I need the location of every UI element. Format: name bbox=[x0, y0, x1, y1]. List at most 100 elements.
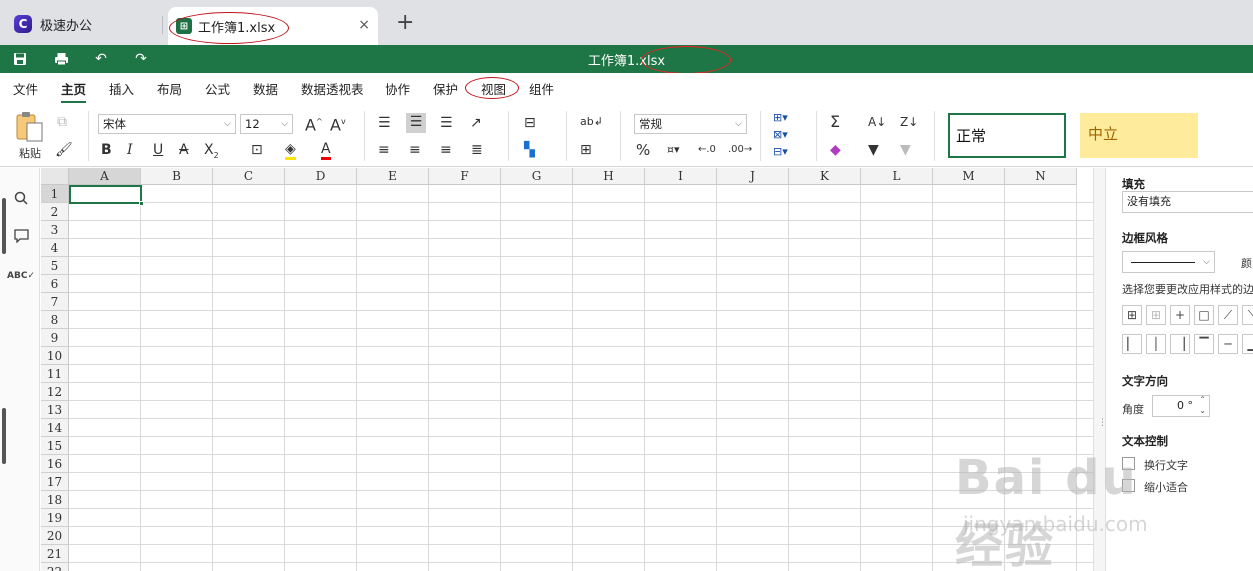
wrap-text-icon[interactable]: ab↲ bbox=[580, 113, 603, 131]
insert-cells-icon[interactable]: ⊞▾ bbox=[773, 109, 788, 127]
undo-icon[interactable]: ↶ bbox=[91, 50, 111, 68]
row-header[interactable]: 7 bbox=[41, 293, 69, 311]
column-header[interactable]: A bbox=[69, 168, 141, 185]
paste-icon[interactable] bbox=[15, 111, 45, 143]
redo-icon[interactable]: ↷ bbox=[131, 50, 151, 68]
row-header[interactable]: 16 bbox=[41, 455, 69, 473]
panel-splitter[interactable]: ⋮ bbox=[1093, 168, 1107, 571]
border-center-h-icon[interactable]: ─ bbox=[1218, 334, 1238, 354]
font-name-select[interactable]: 宋体 ⌵ bbox=[98, 114, 236, 134]
align-middle-icon[interactable]: ☰ bbox=[406, 113, 426, 133]
row-header[interactable]: 20 bbox=[41, 527, 69, 545]
cell-style-neutral[interactable]: 中立 bbox=[1080, 113, 1198, 158]
border-style-select[interactable]: ⌵ bbox=[1122, 251, 1215, 273]
save-icon[interactable] bbox=[10, 50, 30, 68]
row-header[interactable]: 13 bbox=[41, 401, 69, 419]
close-tab-icon[interactable]: × bbox=[358, 17, 370, 33]
autosum-icon[interactable]: Σ bbox=[830, 113, 840, 131]
fill-color-icon[interactable]: ◈ bbox=[285, 140, 296, 160]
conditional-format-icon[interactable]: ▚ bbox=[524, 141, 535, 159]
column-header[interactable]: K bbox=[789, 168, 861, 185]
column-header[interactable]: N bbox=[1005, 168, 1077, 185]
filter-icon[interactable]: ▼ bbox=[868, 141, 879, 159]
border-center-v-icon[interactable]: │ bbox=[1146, 334, 1166, 354]
menu-data[interactable]: 数据 bbox=[253, 79, 278, 98]
row-header[interactable]: 10 bbox=[41, 347, 69, 365]
column-header[interactable]: B bbox=[141, 168, 213, 185]
column-header[interactable]: G bbox=[501, 168, 573, 185]
stepper-icon[interactable]: ⌃ ⌄ bbox=[1199, 394, 1206, 416]
merge-cells-icon[interactable]: ⊟ bbox=[524, 114, 536, 132]
decrease-decimal-icon[interactable]: ←.0 bbox=[698, 141, 716, 159]
percent-icon[interactable]: % bbox=[636, 141, 650, 159]
decrease-font-icon[interactable]: Av bbox=[330, 113, 346, 134]
search-icon[interactable] bbox=[11, 188, 31, 208]
menu-formula[interactable]: 公式 bbox=[205, 79, 230, 98]
column-header[interactable]: E bbox=[357, 168, 429, 185]
row-header[interactable]: 8 bbox=[41, 311, 69, 329]
menu-protect[interactable]: 保护 bbox=[433, 79, 458, 98]
menu-file[interactable]: 文件 bbox=[13, 79, 38, 98]
menu-pivot-table[interactable]: 数据透视表 bbox=[301, 79, 364, 98]
increase-decimal-icon[interactable]: .00→ bbox=[728, 141, 752, 159]
border-right-icon[interactable]: ▕ bbox=[1170, 334, 1190, 354]
clear-icon[interactable]: ◆ bbox=[830, 141, 841, 159]
align-top-icon[interactable]: ☰ bbox=[378, 114, 391, 132]
underline-icon[interactable]: U bbox=[153, 141, 163, 159]
bold-icon[interactable]: B bbox=[101, 141, 112, 159]
format-cells-icon[interactable]: ⊟▾ bbox=[773, 143, 788, 161]
border-all-icon[interactable]: ⊞ bbox=[1122, 305, 1142, 325]
menu-view[interactable]: 视图 bbox=[481, 79, 506, 98]
row-header[interactable]: 4 bbox=[41, 239, 69, 257]
sort-ascending-icon[interactable]: A↓ bbox=[868, 113, 886, 131]
column-header[interactable]: L bbox=[861, 168, 933, 185]
row-header[interactable]: 15 bbox=[41, 437, 69, 455]
number-format-select[interactable]: 常规 ⌵ bbox=[634, 114, 747, 134]
border-diagonal-up-icon[interactable]: ⟋ bbox=[1218, 305, 1238, 325]
sort-descending-icon[interactable]: Z↓ bbox=[900, 113, 918, 131]
fill-select[interactable]: 没有填充 bbox=[1122, 191, 1253, 213]
delete-cells-icon[interactable]: ⊠▾ bbox=[773, 126, 788, 144]
tab-document[interactable]: ⊞ 工作簿1.xlsx × bbox=[168, 7, 378, 45]
active-cell[interactable] bbox=[69, 185, 142, 204]
align-bottom-icon[interactable]: ☰ bbox=[440, 114, 453, 132]
row-header[interactable]: 5 bbox=[41, 257, 69, 275]
row-header[interactable]: 9 bbox=[41, 329, 69, 347]
align-center-icon[interactable]: ≡ bbox=[409, 141, 421, 159]
font-color-icon[interactable]: A bbox=[321, 140, 331, 160]
menu-collaborate[interactable]: 协作 bbox=[385, 79, 410, 98]
clear-filter-icon[interactable]: ▼ bbox=[900, 141, 911, 159]
column-header[interactable]: H bbox=[573, 168, 645, 185]
border-inner-icon[interactable]: + bbox=[1170, 305, 1190, 325]
menu-components[interactable]: 组件 bbox=[529, 79, 554, 98]
border-outer-icon[interactable]: □ bbox=[1194, 305, 1214, 325]
row-header[interactable]: 1 bbox=[41, 185, 69, 203]
comment-icon[interactable] bbox=[11, 226, 31, 246]
wrap-text-checkbox[interactable] bbox=[1122, 457, 1135, 470]
strikethrough-icon[interactable]: A bbox=[179, 141, 189, 159]
border-bottom-icon[interactable]: ▁ bbox=[1242, 334, 1253, 354]
menu-insert[interactable]: 插入 bbox=[109, 79, 134, 98]
row-header[interactable]: 11 bbox=[41, 365, 69, 383]
borders-icon[interactable]: ⊡ bbox=[251, 141, 263, 159]
row-header[interactable]: 12 bbox=[41, 383, 69, 401]
column-header[interactable]: M bbox=[933, 168, 1005, 185]
spreadsheet-grid[interactable]: A B C D E F G H I J K L M N 1 2 3 4 5 6 7 8 9 10 11 12 13 14 15 16 17 1… bbox=[41, 168, 1093, 571]
row-header[interactable]: 3 bbox=[41, 221, 69, 239]
add-tab-button[interactable]: + bbox=[396, 12, 414, 34]
border-left-icon[interactable]: ▏ bbox=[1122, 334, 1142, 354]
cell-format-icon[interactable]: ⊞ bbox=[580, 141, 592, 159]
format-painter-icon[interactable]: 🖌 bbox=[55, 141, 73, 159]
currency-icon[interactable]: ¤▾ bbox=[667, 141, 680, 159]
border-none-icon[interactable]: ⊞ bbox=[1146, 305, 1166, 325]
copy-icon[interactable]: ⧉ bbox=[57, 113, 67, 131]
row-header[interactable]: 18 bbox=[41, 491, 69, 509]
align-right-icon[interactable]: ≡ bbox=[440, 141, 452, 159]
column-header[interactable]: F bbox=[429, 168, 501, 185]
column-header[interactable]: I bbox=[645, 168, 717, 185]
select-all-corner[interactable] bbox=[41, 168, 69, 185]
row-header[interactable]: 19 bbox=[41, 509, 69, 527]
justify-icon[interactable]: ≣ bbox=[471, 141, 483, 159]
row-header[interactable]: 14 bbox=[41, 419, 69, 437]
fill-handle[interactable] bbox=[139, 201, 144, 206]
